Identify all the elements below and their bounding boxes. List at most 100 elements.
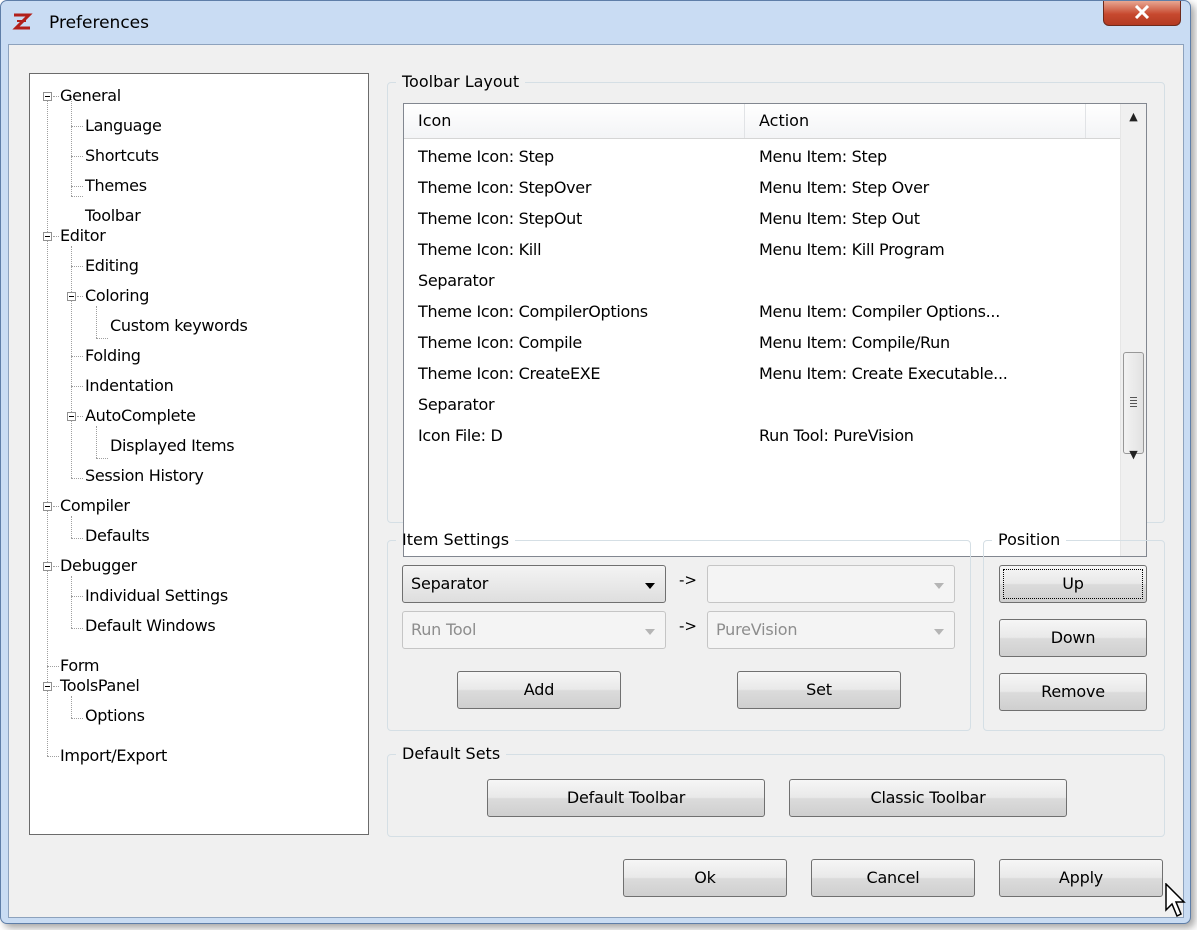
list-row[interactable]: Theme Icon: StepOut Menu Item: Step Out — [404, 205, 1120, 236]
close-button[interactable] — [1103, 1, 1181, 26]
default-sets-legend: Default Sets — [402, 744, 501, 763]
down-button[interactable]: Down — [999, 619, 1147, 657]
list-row[interactable]: Theme Icon: Kill Menu Item: Kill Program — [404, 236, 1120, 267]
vertical-scrollbar[interactable]: ▲ ▼ — [1120, 104, 1146, 556]
toolbar-layout-list[interactable]: Icon Action Theme Icon: Step Menu Item: … — [403, 103, 1147, 557]
collapse-icon[interactable] — [67, 292, 76, 301]
column-header-icon[interactable]: Icon — [418, 104, 451, 138]
collapse-icon[interactable] — [43, 92, 52, 101]
row-icon-cell: Theme Icon: Kill — [418, 240, 542, 259]
list-row[interactable]: Theme Icon: CreateEXE Menu Item: Create … — [404, 360, 1120, 391]
source-value: Run Tool — [411, 620, 477, 639]
target-select[interactable]: PureVision — [707, 611, 955, 649]
column-divider[interactable] — [1085, 104, 1086, 138]
tree-item-toolspanel[interactable]: ToolsPanel — [60, 672, 140, 700]
classic-toolbar-button[interactable]: Classic Toolbar — [789, 779, 1067, 817]
chevron-down-icon — [645, 583, 655, 589]
column-header-action[interactable]: Action — [759, 104, 809, 138]
tree-line — [53, 566, 59, 567]
row-icon-cell: Separator — [418, 271, 495, 290]
close-icon — [1134, 5, 1150, 19]
tree-item-import-export[interactable]: Import/Export — [60, 742, 167, 770]
tree-item-individual-settings[interactable]: Individual Settings — [85, 582, 228, 610]
tree-item-indentation[interactable]: Indentation — [85, 372, 174, 400]
up-button[interactable]: Up — [999, 565, 1147, 603]
column-divider[interactable] — [744, 104, 745, 138]
tree-item-default-windows[interactable]: Default Windows — [85, 612, 216, 640]
row-action-cell: Run Tool: PureVision — [759, 426, 914, 445]
mouse-pointer-icon — [1165, 883, 1186, 918]
tree-item-themes[interactable]: Themes — [85, 172, 147, 200]
tree-item-editing[interactable]: Editing — [85, 252, 139, 280]
row-icon-cell: Theme Icon: StepOver — [418, 178, 592, 197]
preferences-tree[interactable]: General Language Shortcuts Themes Toolba… — [29, 73, 369, 835]
list-row[interactable]: Theme Icon: StepOver Menu Item: Step Ove… — [404, 174, 1120, 205]
tree-line — [47, 96, 48, 756]
tree-item-general[interactable]: General — [60, 82, 121, 110]
row-icon-cell: Theme Icon: CompilerOptions — [418, 302, 648, 321]
row-action-cell: Menu Item: Create Executable... — [759, 364, 1008, 383]
tree-item-custom-keywords[interactable]: Custom keywords — [110, 312, 248, 340]
tree-item-defaults[interactable]: Defaults — [85, 522, 150, 550]
scroll-thumb[interactable] — [1123, 352, 1144, 454]
collapse-icon[interactable] — [43, 502, 52, 511]
tree-item-displayed-items[interactable]: Displayed Items — [110, 432, 235, 460]
collapse-icon[interactable] — [43, 682, 52, 691]
tree-line — [96, 458, 108, 459]
default-toolbar-button[interactable]: Default Toolbar — [487, 779, 765, 817]
add-button[interactable]: Add — [457, 671, 621, 709]
ok-button[interactable]: Ok — [623, 859, 787, 897]
collapse-icon[interactable] — [43, 232, 52, 241]
tree-item-shortcuts[interactable]: Shortcuts — [85, 142, 159, 170]
set-button[interactable]: Set — [737, 671, 901, 709]
tree-line — [53, 96, 59, 97]
row-icon-cell: Separator — [418, 395, 495, 414]
tree-item-compiler[interactable]: Compiler — [60, 492, 130, 520]
tree-item-coloring[interactable]: Coloring — [85, 282, 149, 310]
tree-line — [53, 506, 59, 507]
remove-button[interactable]: Remove — [999, 673, 1147, 711]
list-header: Icon Action — [404, 104, 1120, 139]
tree-line — [71, 478, 83, 479]
item-value-select[interactable] — [707, 565, 955, 603]
tree-line — [96, 426, 97, 458]
collapse-icon[interactable] — [67, 412, 76, 421]
dialog-client-area: General Language Shortcuts Themes Toolba… — [8, 44, 1184, 918]
tree-line — [71, 538, 83, 539]
tree-item-session-history[interactable]: Session History — [85, 462, 204, 490]
apply-button[interactable]: Apply — [999, 859, 1163, 897]
tree-line — [71, 628, 83, 629]
tree-item-editor[interactable]: Editor — [60, 222, 106, 250]
cancel-button[interactable]: Cancel — [811, 859, 975, 897]
list-row[interactable]: Separator — [404, 267, 1120, 298]
scroll-down-icon[interactable]: ▼ — [1121, 448, 1146, 468]
grip-icon — [1130, 400, 1137, 401]
list-row[interactable]: Separator — [404, 391, 1120, 422]
source-select[interactable]: Run Tool — [402, 611, 666, 649]
tree-line — [96, 306, 97, 338]
grip-icon — [1130, 403, 1137, 404]
tree-line — [71, 356, 83, 357]
grip-icon — [1130, 406, 1137, 407]
tree-line — [53, 236, 59, 237]
item-type-select[interactable]: Separator — [402, 565, 666, 603]
list-row[interactable]: Theme Icon: Compile Menu Item: Compile/R… — [404, 329, 1120, 360]
tree-item-language[interactable]: Language — [85, 112, 162, 140]
tree-item-folding[interactable]: Folding — [85, 342, 141, 370]
row-action-cell: Menu Item: Step Over — [759, 178, 929, 197]
list-row[interactable]: Theme Icon: CompilerOptions Menu Item: C… — [404, 298, 1120, 329]
scroll-up-icon[interactable]: ▲ — [1121, 110, 1146, 130]
row-action-cell: Menu Item: Step Out — [759, 209, 920, 228]
list-row[interactable]: Icon File: D Run Tool: PureVision — [404, 422, 1120, 453]
arrow-separator: -> — [679, 571, 697, 589]
tree-item-debugger[interactable]: Debugger — [60, 552, 137, 580]
chevron-down-icon — [645, 629, 655, 635]
row-action-cell: Menu Item: Kill Program — [759, 240, 945, 259]
list-row[interactable]: Theme Icon: Step Menu Item: Step — [404, 143, 1120, 174]
row-icon-cell: Theme Icon: StepOut — [418, 209, 582, 228]
tree-item-options[interactable]: Options — [85, 702, 145, 730]
title-bar[interactable]: Preferences — [1, 1, 1190, 43]
collapse-icon[interactable] — [43, 562, 52, 571]
window-title: Preferences — [49, 13, 149, 33]
tree-item-autocomplete[interactable]: AutoComplete — [85, 402, 196, 430]
